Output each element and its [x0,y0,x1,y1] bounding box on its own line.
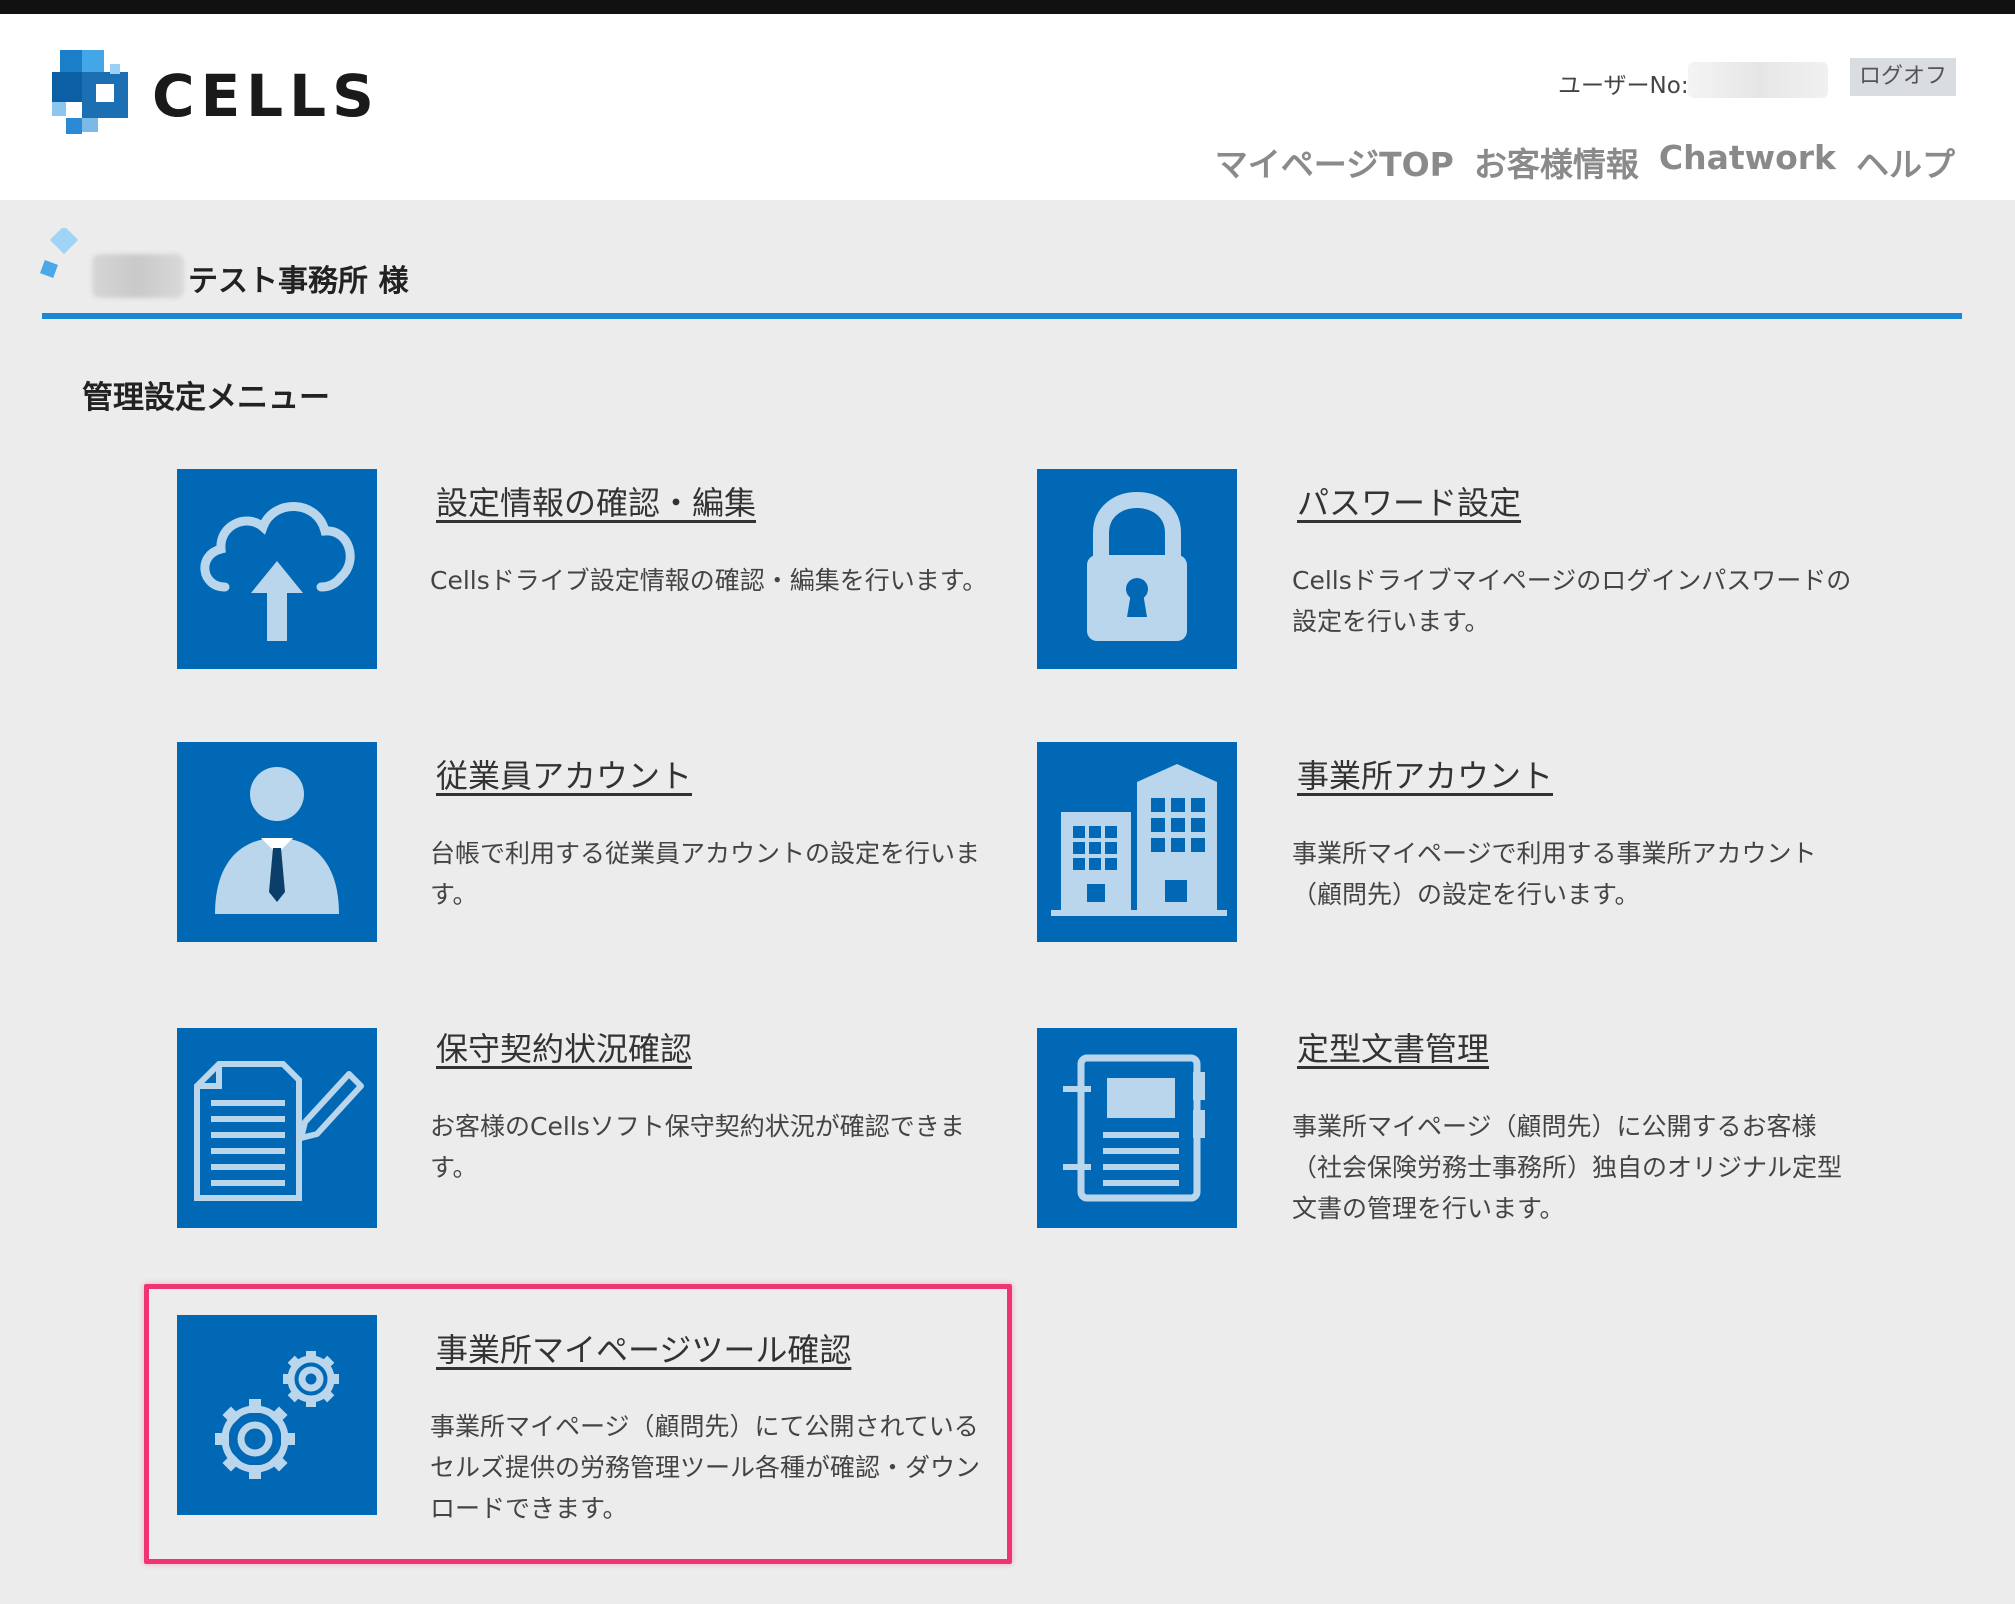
lock-icon [1087,492,1187,641]
employee-account-link[interactable]: 従業員アカウント [436,751,692,797]
header-divider [42,313,1962,319]
office-account-desc: 事業所マイページで利用する事業所アカウント（顧問先）の設定を行います。 [1292,839,1817,909]
nav-customer-info[interactable]: お客様情報 [1474,138,1639,186]
employee-account-tile[interactable] [177,742,377,942]
settings-info-desc: Cellsドライブ設定情報の確認・編集を行います。 [430,566,988,595]
office-name-redacted [92,254,184,298]
settings-info-tile[interactable] [177,469,377,669]
nav-chatwork[interactable]: Chatwork [1659,138,1836,186]
user-number-label: ユーザーNo: [1558,73,1689,99]
logoff-button[interactable]: ログオフ [1850,58,1956,96]
office-name: テスト事務所 様 [188,264,409,299]
employee-icon [215,767,339,914]
user-number-value-redacted [1688,62,1828,98]
template-docs-link[interactable]: 定型文書管理 [1297,1024,1489,1070]
document-pen-icon [194,1061,364,1201]
maintenance-contract-desc: お客様のCellsソフト保守契約状況が確認できます。 [430,1112,965,1182]
template-docs-desc: 事業所マイページ（顧問先）に公開するお客様（社会保険労務士事務所）独自のオリジナ… [1292,1112,1843,1223]
notebook-icon [1063,1054,1205,1202]
pencil-diamond-icon [40,228,79,278]
logo-wordmark: CELLS [152,62,380,130]
maintenance-contract-link[interactable]: 保守契約状況確認 [436,1024,692,1070]
template-docs-tile[interactable] [1037,1028,1237,1228]
maintenance-contract-tile[interactable] [177,1028,377,1228]
employee-account-desc: 台帳で利用する従業員アカウントの設定を行います。 [430,839,981,909]
password-link[interactable]: パスワード設定 [1297,478,1521,524]
password-tile[interactable] [1037,469,1237,669]
nav-mypage-top[interactable]: マイページTOP [1215,138,1454,186]
page-title: 管理設定メニュー [82,380,330,416]
settings-info-link[interactable]: 設定情報の確認・編集 [436,478,756,524]
building-icon [1051,764,1227,916]
office-account-tile[interactable] [1037,742,1237,942]
window-top-bar [0,0,2015,14]
cloud-upload-icon [200,502,355,641]
nav-help[interactable]: ヘルプ [1856,138,1955,186]
main-nav: マイページTOP お客様情報 Chatwork ヘルプ [1215,138,1955,186]
office-tools-tile[interactable] [177,1315,377,1515]
gears-icon [215,1351,339,1479]
password-desc: Cellsドライブマイページのログインパスワードの設定を行います。 [1292,566,1852,636]
office-account-link[interactable]: 事業所アカウント [1297,751,1553,797]
office-tools-link[interactable]: 事業所マイページツール確認 [436,1325,851,1371]
office-tools-desc: 事業所マイページ（顧問先）にて公開されているセルズ提供の労務管理ツール各種が確認… [430,1412,981,1523]
